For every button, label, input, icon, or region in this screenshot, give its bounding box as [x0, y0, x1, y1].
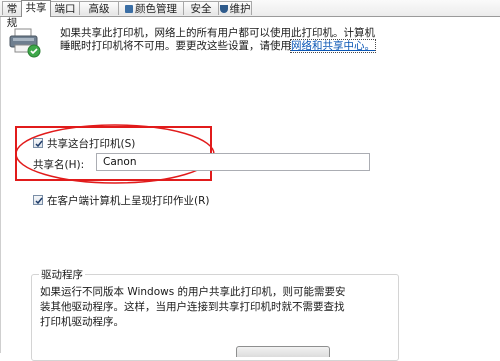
- render-jobs-checkbox[interactable]: [33, 195, 43, 205]
- drivers-line-1: 如果运行不同版本 Windows 的用户共享此打印机，则可能需要安: [40, 286, 346, 298]
- additional-drivers-button[interactable]: [236, 346, 330, 357]
- tab-sharing-label: 共享: [25, 2, 47, 14]
- drivers-line-3: 打印机驱动程序。: [40, 316, 124, 328]
- tab-advanced-label: 高级: [88, 3, 110, 15]
- tab-maintenance-label: 维护: [229, 3, 251, 15]
- drivers-line-2: 装其他驱动程序。这样，当用户连接到共享打印机时就不需要查找: [40, 301, 345, 313]
- drivers-group-title: 驱动程序: [39, 267, 85, 282]
- tab-general-label: 常规: [6, 3, 18, 29]
- tab-ports-label: 端口: [54, 3, 76, 15]
- description-line-2-text: 睡眠时打印机将不可用。要更改这些设置，请使用: [60, 40, 291, 52]
- checkmark-icon: [35, 140, 43, 148]
- tab-general[interactable]: 常规: [2, 1, 22, 29]
- tab-advanced[interactable]: 高级: [79, 1, 119, 15]
- network-sharing-center-link[interactable]: 网络和共享中心。: [290, 39, 376, 53]
- color-icon: [125, 5, 133, 13]
- tab-sharing[interactable]: 共享: [21, 0, 51, 17]
- checkmark-icon: [35, 197, 43, 205]
- tab-color-management[interactable]: 颜色管理: [118, 1, 184, 15]
- sharing-description: 如果共享此打印机，网络上的所有用户都可以使用此打印机。计算机 睡眠时打印机将不可…: [60, 27, 490, 53]
- tab-color-management-label: 颜色管理: [135, 3, 177, 15]
- description-line-1: 如果共享此打印机，网络上的所有用户都可以使用此打印机。计算机: [60, 27, 375, 39]
- share-printer-checkbox[interactable]: [33, 138, 43, 148]
- tab-ports[interactable]: 端口: [50, 1, 80, 15]
- share-name-input[interactable]: [96, 153, 370, 171]
- tab-security-label: 安全: [190, 3, 212, 15]
- drivers-description: 如果运行不同版本 Windows 的用户共享此打印机，则可能需要安 装其他驱动程…: [40, 285, 380, 330]
- tab-bar: 常规 共享 端口 高级 颜色管理 安全 维护: [0, 0, 500, 29]
- render-jobs-label[interactable]: 在客户端计算机上呈现打印作业(R): [47, 193, 210, 208]
- panel-border: [0, 17, 1, 353]
- description-line-2: 睡眠时打印机将不可用。要更改这些设置，请使用网络和共享中心。: [60, 39, 490, 53]
- share-printer-label[interactable]: 共享这台打印机(S): [47, 136, 135, 151]
- tab-maintenance[interactable]: 维护: [218, 1, 252, 15]
- tab-security[interactable]: 安全: [183, 1, 219, 15]
- share-name-label: 共享名(H):: [33, 159, 85, 171]
- maintenance-icon: [219, 5, 228, 13]
- shared-printer-icon: [9, 28, 41, 58]
